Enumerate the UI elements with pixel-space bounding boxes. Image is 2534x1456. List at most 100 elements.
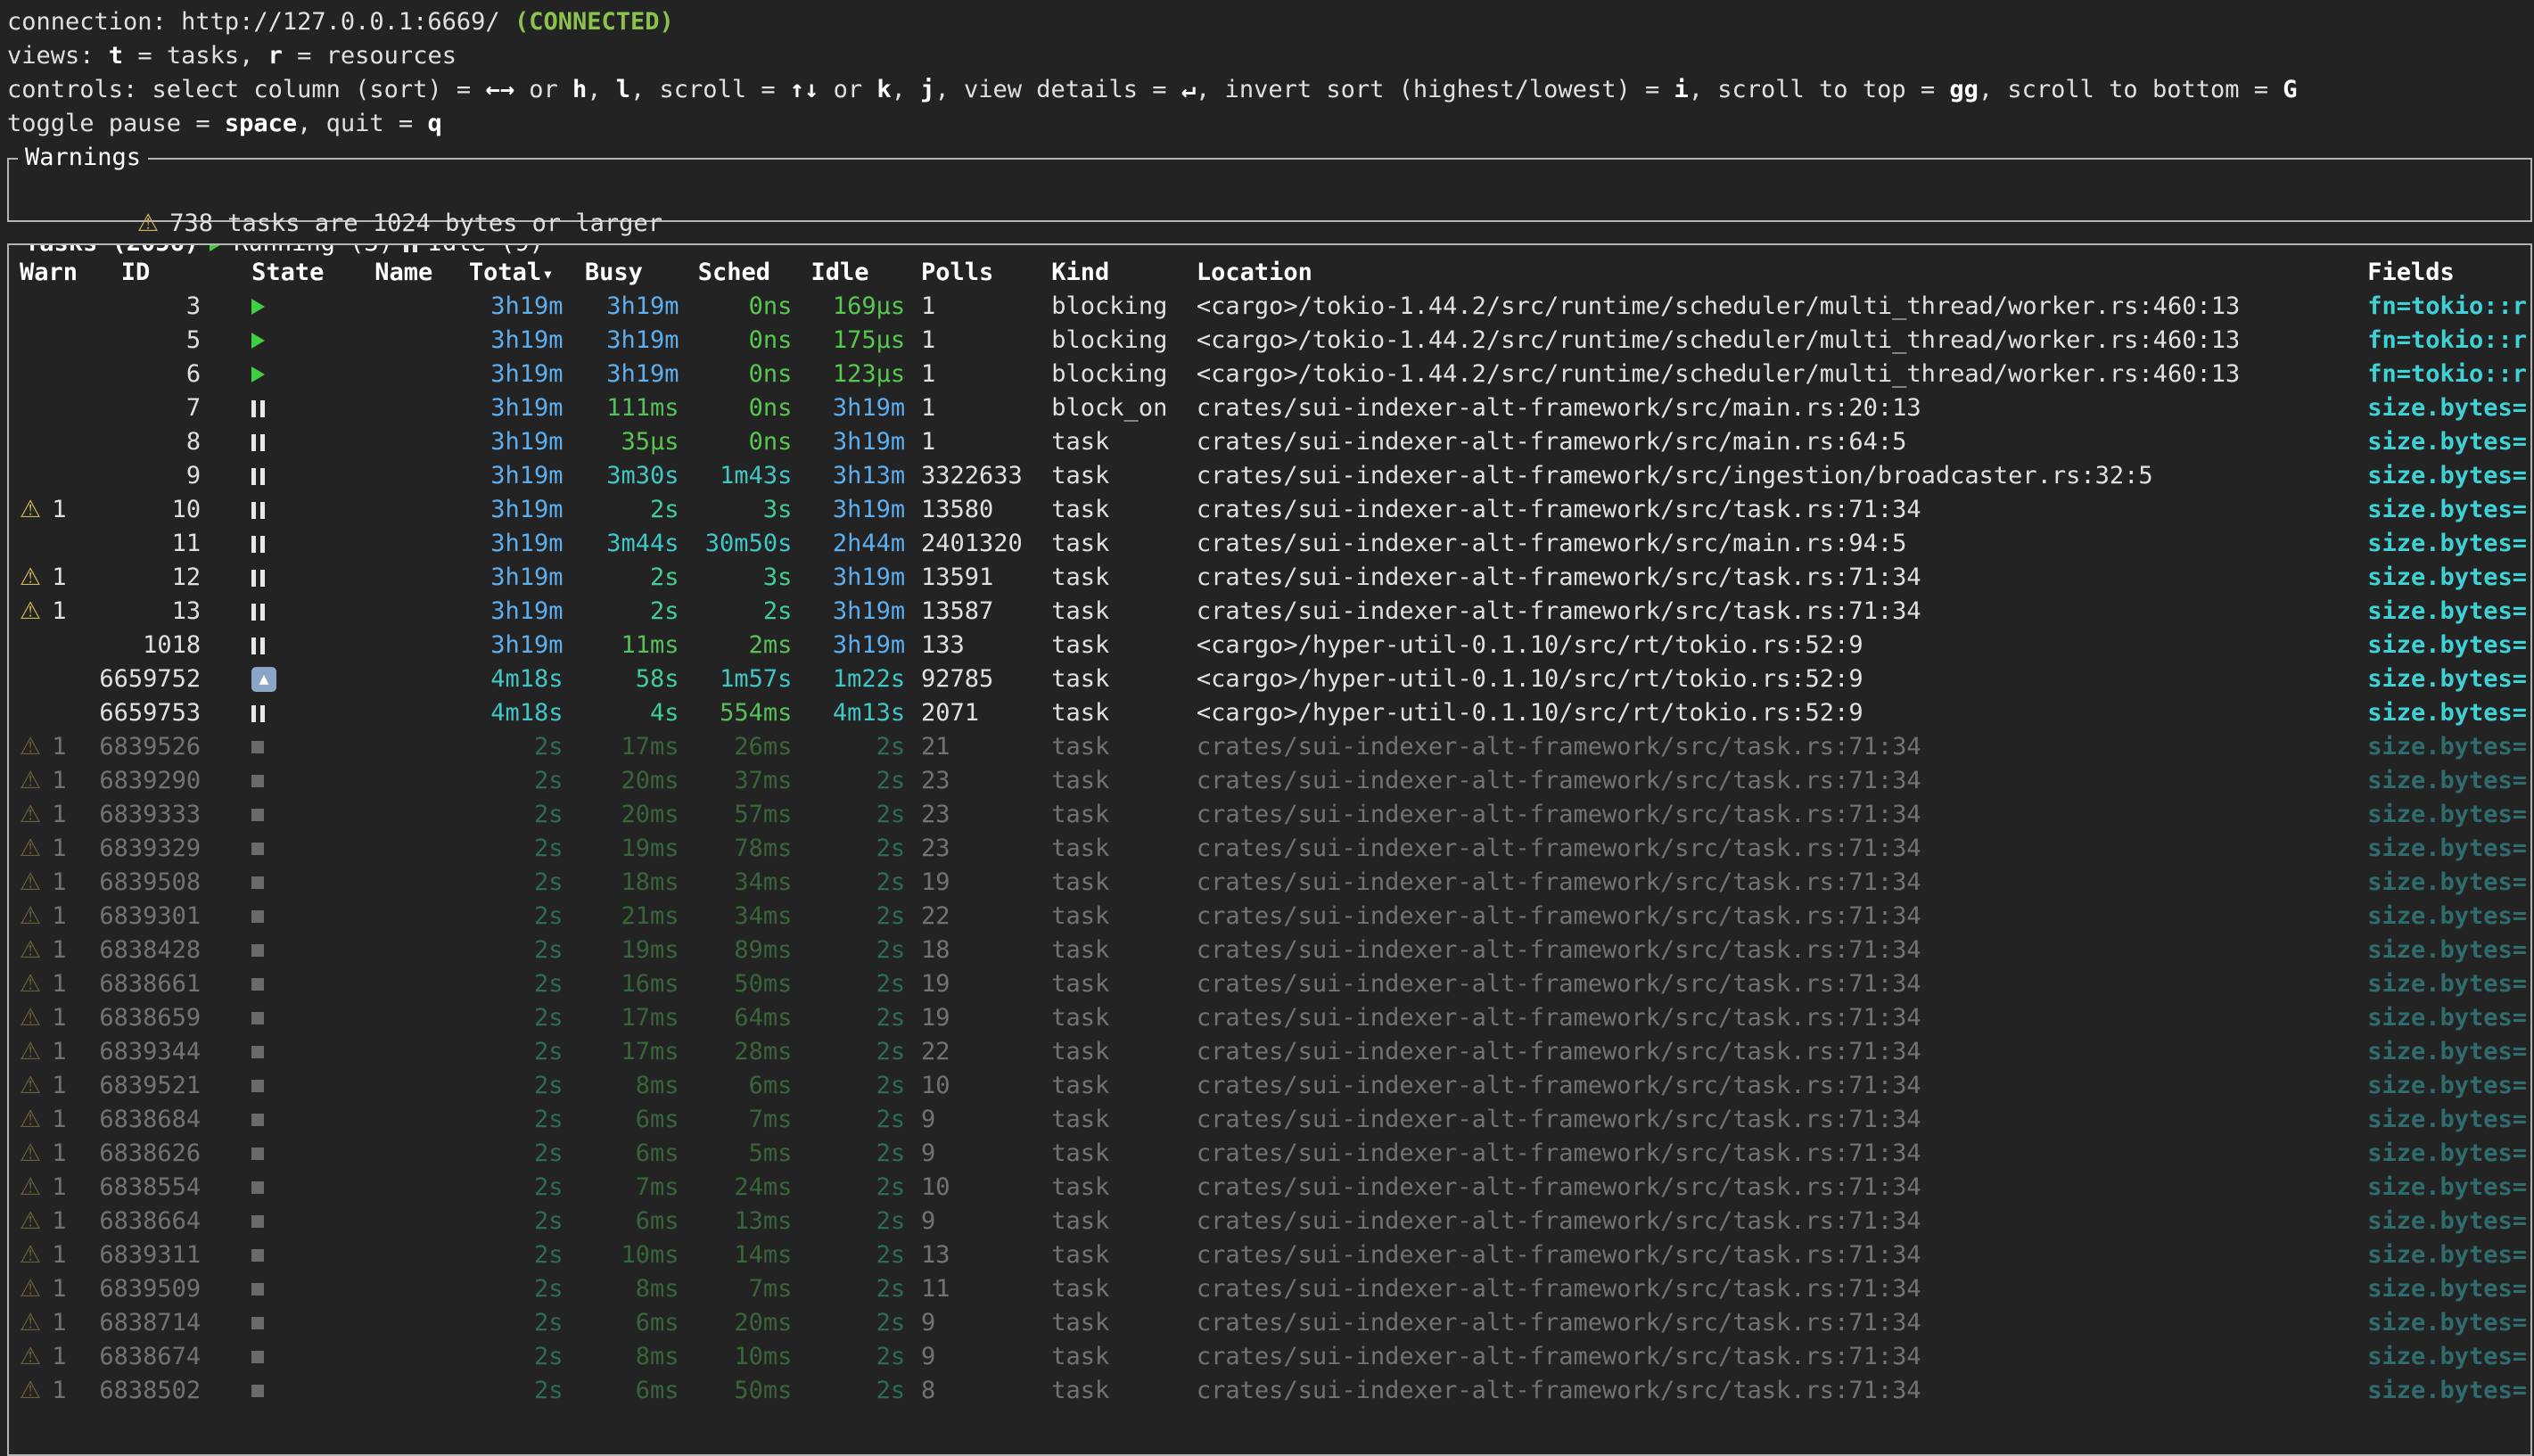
task-row[interactable]: ⚠168395212s8ms6ms2s10taskcrates/sui-inde…: [20, 1069, 2530, 1103]
warn-count: 1: [52, 835, 66, 862]
task-location: crates/sui-indexer-alt-framework/src/tas…: [1197, 595, 2356, 629]
idle-duration: 169µs: [810, 290, 905, 324]
task-row[interactable]: 93h19m3m30s1m43s3h13m3322633taskcrates/s…: [20, 459, 2530, 493]
column-header-fields[interactable]: Fields: [2367, 256, 2530, 290]
task-row[interactable]: ⚠168386642s6ms13ms2s9taskcrates/sui-inde…: [20, 1205, 2530, 1238]
task-row[interactable]: ⚠168395082s18ms34ms2s19taskcrates/sui-in…: [20, 866, 2530, 900]
total-duration: 2s: [469, 1035, 564, 1069]
busy-duration: 16ms: [585, 967, 679, 1001]
task-row[interactable]: ⚠168393292s19ms78ms2s23taskcrates/sui-in…: [20, 832, 2530, 866]
task-location: crates/sui-indexer-alt-framework/src/tas…: [1197, 1103, 2356, 1137]
task-row[interactable]: 33h19m3h19m0ns169µs1blocking<cargo>/toki…: [20, 290, 2530, 324]
task-kind: task: [1051, 1103, 1181, 1137]
task-row[interactable]: ⚠168386742s8ms10ms2s9taskcrates/sui-inde…: [20, 1340, 2530, 1374]
task-kind: task: [1051, 1340, 1181, 1374]
running-state-icon: [251, 333, 265, 349]
task-row[interactable]: 6659752▲4m18s58s1m57s1m22s92785task<carg…: [20, 662, 2530, 696]
task-fields: size.bytes=: [2367, 561, 2530, 595]
task-fields: size.bytes=: [2367, 1306, 2530, 1340]
task-row[interactable]: ⚠168393112s10ms14ms2s13taskcrates/sui-in…: [20, 1238, 2530, 1272]
scheduled-state-icon: ▲: [251, 667, 276, 692]
task-row[interactable]: ⚠168384282s19ms89ms2s18taskcrates/sui-in…: [20, 934, 2530, 967]
column-header-location[interactable]: Location: [1197, 256, 2356, 290]
warning-icon: ⚠: [20, 835, 41, 862]
total-duration: 3h19m: [469, 358, 564, 391]
column-header-polls[interactable]: Polls: [921, 256, 1037, 290]
column-header-name[interactable]: Name: [374, 256, 462, 290]
state-cell: [251, 1340, 324, 1374]
column-header-idle[interactable]: Idle: [810, 256, 905, 290]
task-row[interactable]: ⚠168386592s17ms64ms2s19taskcrates/sui-in…: [20, 1001, 2530, 1035]
warnings-content: ⚠738 tasks are 1024 bytes or larger: [9, 160, 2530, 220]
column-header-busy[interactable]: Busy: [585, 256, 679, 290]
task-fields: size.bytes=: [2367, 1103, 2530, 1137]
task-location: crates/sui-indexer-alt-framework/src/tas…: [1197, 1137, 2356, 1171]
warning-icon: ⚠: [20, 868, 41, 896]
sched-duration: 64ms: [698, 1001, 793, 1035]
pause-icon: [404, 243, 417, 252]
polls-count: 1: [921, 425, 1037, 459]
column-header-sched[interactable]: Sched: [698, 256, 793, 290]
warning-icon: ⚠: [20, 902, 41, 930]
column-header-total[interactable]: Total▾: [469, 256, 564, 290]
task-kind: blocking: [1051, 358, 1181, 391]
warning-icon: ⚠: [20, 1377, 41, 1404]
task-kind: blocking: [1051, 324, 1181, 358]
task-row[interactable]: ⚠168385022s6ms50ms2s8taskcrates/sui-inde…: [20, 1374, 2530, 1408]
task-row[interactable]: ⚠1123h19m2s3s3h19m13591taskcrates/sui-in…: [20, 561, 2530, 595]
polls-count: 19: [921, 866, 1037, 900]
completed-state-icon: [251, 1385, 264, 1397]
warn-cell: ⚠1: [20, 764, 99, 798]
task-id: 6659752: [99, 662, 201, 696]
task-row[interactable]: ⚠168386612s16ms50ms2s19taskcrates/sui-in…: [20, 967, 2530, 1001]
task-kind: task: [1051, 832, 1181, 866]
task-row[interactable]: ⚠168393012s21ms34ms2s22taskcrates/sui-in…: [20, 900, 2530, 934]
key-hint: space: [225, 110, 297, 137]
column-header-id[interactable]: ID: [99, 256, 201, 290]
task-fields: fn=tokio::r: [2367, 290, 2530, 324]
warning-icon: ⚠: [20, 970, 41, 998]
warnings-panel-title: Warnings: [18, 141, 148, 175]
task-row[interactable]: ⚠168386262s6ms5ms2s9taskcrates/sui-index…: [20, 1137, 2530, 1171]
task-fields: size.bytes=: [2367, 662, 2530, 696]
task-kind: task: [1051, 595, 1181, 629]
busy-duration: 35µs: [585, 425, 679, 459]
task-row[interactable]: 10183h19m11ms2ms3h19m133task<cargo>/hype…: [20, 629, 2530, 662]
polls-count: 1: [921, 358, 1037, 391]
task-row[interactable]: ⚠168395262s17ms26ms2s21taskcrates/sui-in…: [20, 730, 2530, 764]
task-row[interactable]: ⚠168392902s20ms37ms2s23taskcrates/sui-in…: [20, 764, 2530, 798]
task-row[interactable]: 113h19m3m44s30m50s2h44m2401320taskcrates…: [20, 527, 2530, 561]
task-row[interactable]: ⚠168387142s6ms20ms2s9taskcrates/sui-inde…: [20, 1306, 2530, 1340]
task-row[interactable]: 66597534m18s4s554ms4m13s2071task<cargo>/…: [20, 696, 2530, 730]
column-header-warn[interactable]: Warn: [20, 256, 99, 290]
column-header-kind[interactable]: Kind: [1051, 256, 1181, 290]
idle-duration: 2s: [810, 1103, 905, 1137]
task-kind: task: [1051, 1001, 1181, 1035]
idle-duration: 3h13m: [810, 459, 905, 493]
task-row[interactable]: 53h19m3h19m0ns175µs1blocking<cargo>/toki…: [20, 324, 2530, 358]
task-row[interactable]: 83h19m35µs0ns3h19m1taskcrates/sui-indexe…: [20, 425, 2530, 459]
idle-duration: 2s: [810, 1340, 905, 1374]
task-row[interactable]: ⚠168393442s17ms28ms2s22taskcrates/sui-in…: [20, 1035, 2530, 1069]
state-cell: [251, 425, 324, 459]
task-fields: size.bytes=: [2367, 1272, 2530, 1306]
task-row[interactable]: ⚠168395092s8ms7ms2s11taskcrates/sui-inde…: [20, 1272, 2530, 1306]
task-row[interactable]: ⚠168385542s7ms24ms2s10taskcrates/sui-ind…: [20, 1171, 2530, 1205]
state-cell: [251, 595, 324, 629]
idle-duration: 2s: [810, 1374, 905, 1408]
column-header-state[interactable]: State: [251, 256, 324, 290]
task-row[interactable]: 63h19m3h19m0ns123µs1blocking<cargo>/toki…: [20, 358, 2530, 391]
completed-state-icon: [251, 1080, 264, 1092]
task-kind: task: [1051, 1374, 1181, 1408]
sched-duration: 0ns: [698, 290, 793, 324]
state-cell: [251, 290, 324, 324]
task-row[interactable]: 73h19m111ms0ns3h19m1block_oncrates/sui-i…: [20, 391, 2530, 425]
task-kind: blocking: [1051, 290, 1181, 324]
task-row[interactable]: ⚠168386842s6ms7ms2s9taskcrates/sui-index…: [20, 1103, 2530, 1137]
task-row[interactable]: ⚠168393332s20ms57ms2s23taskcrates/sui-in…: [20, 798, 2530, 832]
task-row[interactable]: ⚠1133h19m2s2s3h19m13587taskcrates/sui-in…: [20, 595, 2530, 629]
task-row[interactable]: ⚠1103h19m2s3s3h19m13580taskcrates/sui-in…: [20, 493, 2530, 527]
warn-cell: [20, 324, 99, 358]
idle-duration: 2s: [810, 1171, 905, 1205]
warning-icon: ⚠: [20, 1275, 41, 1303]
